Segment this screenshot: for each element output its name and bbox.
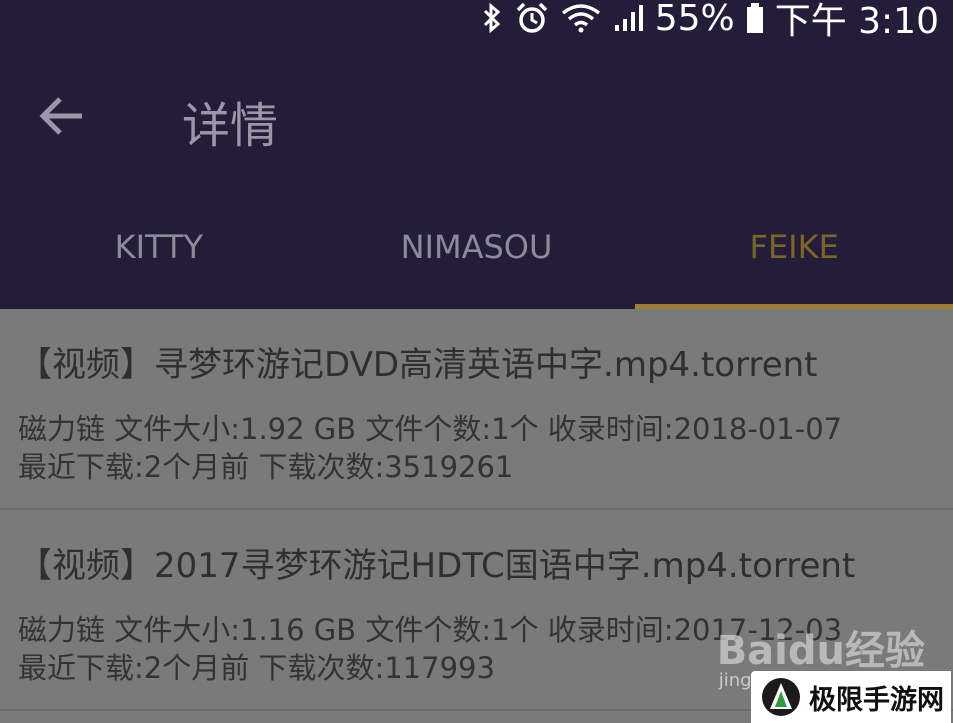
tab-feike[interactable]: FEIKE [635, 212, 953, 309]
app-bar: 55% 下午 3:10 详情 KITTY NIMASOU FEIKE [0, 0, 953, 309]
watermark-text: Baidu经验 [716, 628, 925, 674]
back-button[interactable] [36, 90, 88, 142]
site-logo: 极限手游网 [751, 671, 951, 723]
item-title: 【视频】2017寻梦环游记HDTC国语中字.mp4.torrent [18, 546, 856, 586]
item-meta: 磁力链 文件大小:1.92 GB 文件个数:1个 收录时间:2018-01-07 [18, 412, 843, 446]
tab-kitty[interactable]: KITTY [0, 212, 318, 309]
site-logo-text: 极限手游网 [809, 684, 944, 716]
tab-label: NIMASOU [400, 228, 553, 266]
item-meta: 最近下载:2个月前 下载次数:3519261 [18, 450, 514, 484]
battery-percent: 55% [654, 0, 735, 39]
bluetooth-icon [481, 3, 503, 33]
battery-icon [746, 3, 763, 33]
status-bar: 55% 下午 3:10 [481, 0, 939, 42]
logo-mark-icon [762, 678, 800, 716]
clock: 下午 3:10 [774, 1, 939, 42]
tab-label: KITTY [114, 228, 204, 266]
wifi-icon [561, 3, 601, 33]
tab-nimasou[interactable]: NIMASOU [318, 212, 636, 309]
baidu-watermark: Baidu经验 jingyan [716, 618, 925, 691]
arrow-back-icon [39, 97, 82, 135]
signal-icon [613, 3, 643, 33]
tab-bar: KITTY NIMASOU FEIKE [0, 212, 953, 309]
item-title: 【视频】寻梦环游记DVD高清英语中字.mp4.torrent [18, 345, 818, 385]
alarm-icon [515, 2, 549, 34]
list-item[interactable]: 【视频】寻梦环游记DVD高清英语中字.mp4.torrent 磁力链 文件大小:… [0, 309, 953, 510]
page-title: 详情 [182, 98, 279, 154]
tab-label: FEIKE [749, 228, 839, 266]
